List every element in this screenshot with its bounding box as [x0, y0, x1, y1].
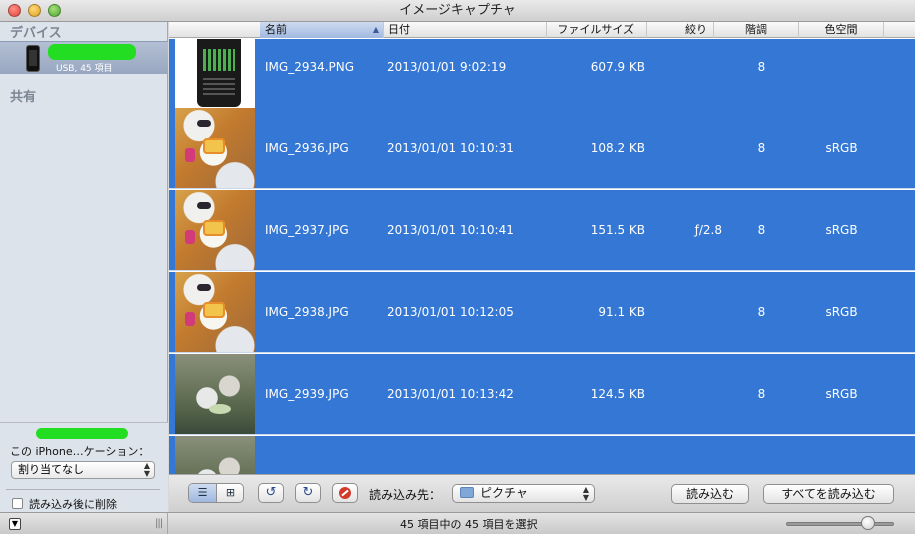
file-size: 124.5 KB — [590, 387, 645, 401]
column-aperture[interactable]: 絞り — [647, 22, 714, 38]
app-assignment-value: 割り当てなし — [18, 463, 84, 476]
import-all-button[interactable]: すべてを読み込む — [763, 484, 894, 504]
slider-knob[interactable] — [861, 516, 875, 530]
file-depth: 8 — [757, 305, 766, 319]
file-size: 151.5 KB — [590, 223, 645, 237]
zoom-window-button[interactable] — [48, 4, 61, 17]
device-name-redacted — [48, 44, 136, 60]
thumbnail-image — [175, 436, 255, 474]
file-color-space: sRGB — [825, 223, 858, 237]
window-title: イメージキャプチャ — [399, 3, 516, 18]
file-color-space: sRGB — [825, 305, 858, 319]
rows-container: IMG_2934.PNG 2013/01/01 9:02:19 607.9 KB… — [169, 39, 915, 474]
thumbnail-image — [175, 39, 255, 119]
file-aperture — [647, 272, 722, 353]
file-aperture: ƒ/2.8 — [694, 223, 722, 237]
file-name: IMG_2938.JPG — [265, 305, 349, 319]
thumbnail-image — [175, 354, 255, 434]
app-assignment-select[interactable]: 割り当てなし ▲ ▼ — [11, 461, 155, 479]
sort-ascending-icon: ▲ — [372, 25, 379, 34]
title-bar: イメージキャプチャ — [0, 0, 915, 22]
column-size[interactable]: ファイルサイズ — [547, 22, 647, 38]
table-row[interactable]: IMG_2939.JPG 2013/01/01 10:13:42 124.5 K… — [169, 354, 915, 435]
status-bar: ▼ ||| 45 項目中の 45 項目を選択 — [0, 512, 915, 534]
file-color-space: sRGB — [825, 141, 858, 155]
file-name: IMG_2937.JPG — [265, 223, 349, 237]
disclosure-button[interactable]: ▼ — [9, 518, 21, 530]
sidebar-bottom-panel: この iPhone…ケーション： 割り当てなし ▲ ▼ 読み込み後に削除 — [0, 422, 168, 512]
column-color-space[interactable]: 色空間 — [799, 22, 884, 38]
file-name: IMG_2936.JPG — [265, 141, 349, 155]
table-row[interactable]: IMG_2936.JPG 2013/01/01 10:10:31 108.2 K… — [169, 108, 915, 189]
resize-grip-icon[interactable]: ||| — [155, 518, 163, 529]
delete-after-import-label: 読み込み後に削除 — [29, 498, 117, 511]
column-date[interactable]: 日付 — [384, 22, 547, 38]
select-arrows-icon: ▲ ▼ — [582, 485, 589, 502]
file-date: 2013/01/01 10:10:31 — [387, 141, 514, 155]
devices-header: デバイス — [10, 26, 62, 41]
table-row[interactable] — [169, 436, 915, 474]
file-list: 名前 ▲ 日付 ファイルサイズ 絞り 階調 色空間 IMG_2934.PNG 2… — [169, 22, 915, 474]
file-aperture — [647, 354, 722, 435]
thumbnail-size-slider[interactable] — [786, 522, 894, 526]
app-assignment-label: この iPhone…ケーション： — [10, 445, 150, 458]
device-subtitle: USB, 45 項目 — [56, 64, 113, 74]
delete-icon — [339, 487, 351, 499]
file-depth: 8 — [757, 223, 766, 237]
view-mode-segmented: ☰ ⊞ — [188, 483, 244, 503]
rotate-right-button[interactable]: ↻ — [295, 483, 321, 503]
file-size: 91.1 KB — [598, 305, 645, 319]
grid-view-icon[interactable]: ⊞ — [217, 484, 243, 502]
list-view-icon[interactable]: ☰ — [189, 484, 217, 502]
import-destination-select[interactable]: ピクチャ ▲ ▼ — [452, 484, 595, 503]
close-window-button[interactable] — [8, 4, 21, 17]
sidebar-item-device[interactable]: USB, 45 項目 — [0, 41, 168, 74]
thumbnail-image — [175, 190, 255, 270]
iphone-icon — [26, 45, 40, 72]
delete-after-import-checkbox[interactable] — [12, 498, 23, 509]
column-header-bar: 名前 ▲ 日付 ファイルサイズ 絞り 階調 色空間 — [169, 22, 915, 38]
sidebar-status-area: ▼ ||| — [0, 513, 168, 534]
import-destination-label: 読み込み先： — [369, 488, 442, 502]
file-date: 2013/01/01 10:13:42 — [387, 387, 514, 401]
folder-icon — [460, 487, 474, 498]
rotate-right-icon: ↻ — [302, 485, 314, 500]
import-destination-value: ピクチャ — [480, 486, 528, 500]
table-row[interactable]: IMG_2938.JPG 2013/01/01 10:12:05 91.1 KB… — [169, 272, 915, 353]
select-arrows-icon: ▲ ▼ — [143, 461, 150, 478]
thumbnail-image — [175, 108, 255, 188]
device-name-redacted — [36, 428, 128, 439]
thumbnail-image — [175, 272, 255, 352]
divider — [6, 489, 160, 490]
column-name-label: 名前 — [265, 23, 287, 36]
file-depth: 8 — [757, 387, 766, 401]
column-name[interactable]: 名前 ▲ — [260, 22, 384, 38]
table-row[interactable]: IMG_2937.JPG 2013/01/01 10:10:41 151.5 K… — [169, 190, 915, 271]
file-aperture — [647, 108, 722, 189]
import-button[interactable]: 読み込む — [671, 484, 749, 504]
rotate-left-button[interactable]: ↺ — [258, 483, 284, 503]
file-color-space: sRGB — [825, 387, 858, 401]
column-depth[interactable]: 階調 — [714, 22, 799, 38]
file-date: 2013/01/01 10:12:05 — [387, 305, 514, 319]
bottom-toolbar: ☰ ⊞ ↺ ↻ 読み込み先： ピクチャ ▲ ▼ 読み込む すべてを読み込む — [169, 474, 915, 512]
file-size: 108.2 KB — [590, 141, 645, 155]
sidebar: デバイス USB, 45 項目 共有 この iPhone…ケーション： 割り当て… — [0, 22, 168, 512]
rotate-left-icon: ↺ — [265, 485, 277, 500]
minimize-window-button[interactable] — [28, 4, 41, 17]
file-name: IMG_2939.JPG — [265, 387, 349, 401]
shared-header: 共有 — [10, 90, 37, 105]
file-depth: 8 — [757, 141, 766, 155]
file-date: 2013/01/01 10:10:41 — [387, 223, 514, 237]
selection-status: 45 項目中の 45 項目を選択 — [400, 518, 538, 531]
delete-button[interactable] — [332, 483, 358, 503]
